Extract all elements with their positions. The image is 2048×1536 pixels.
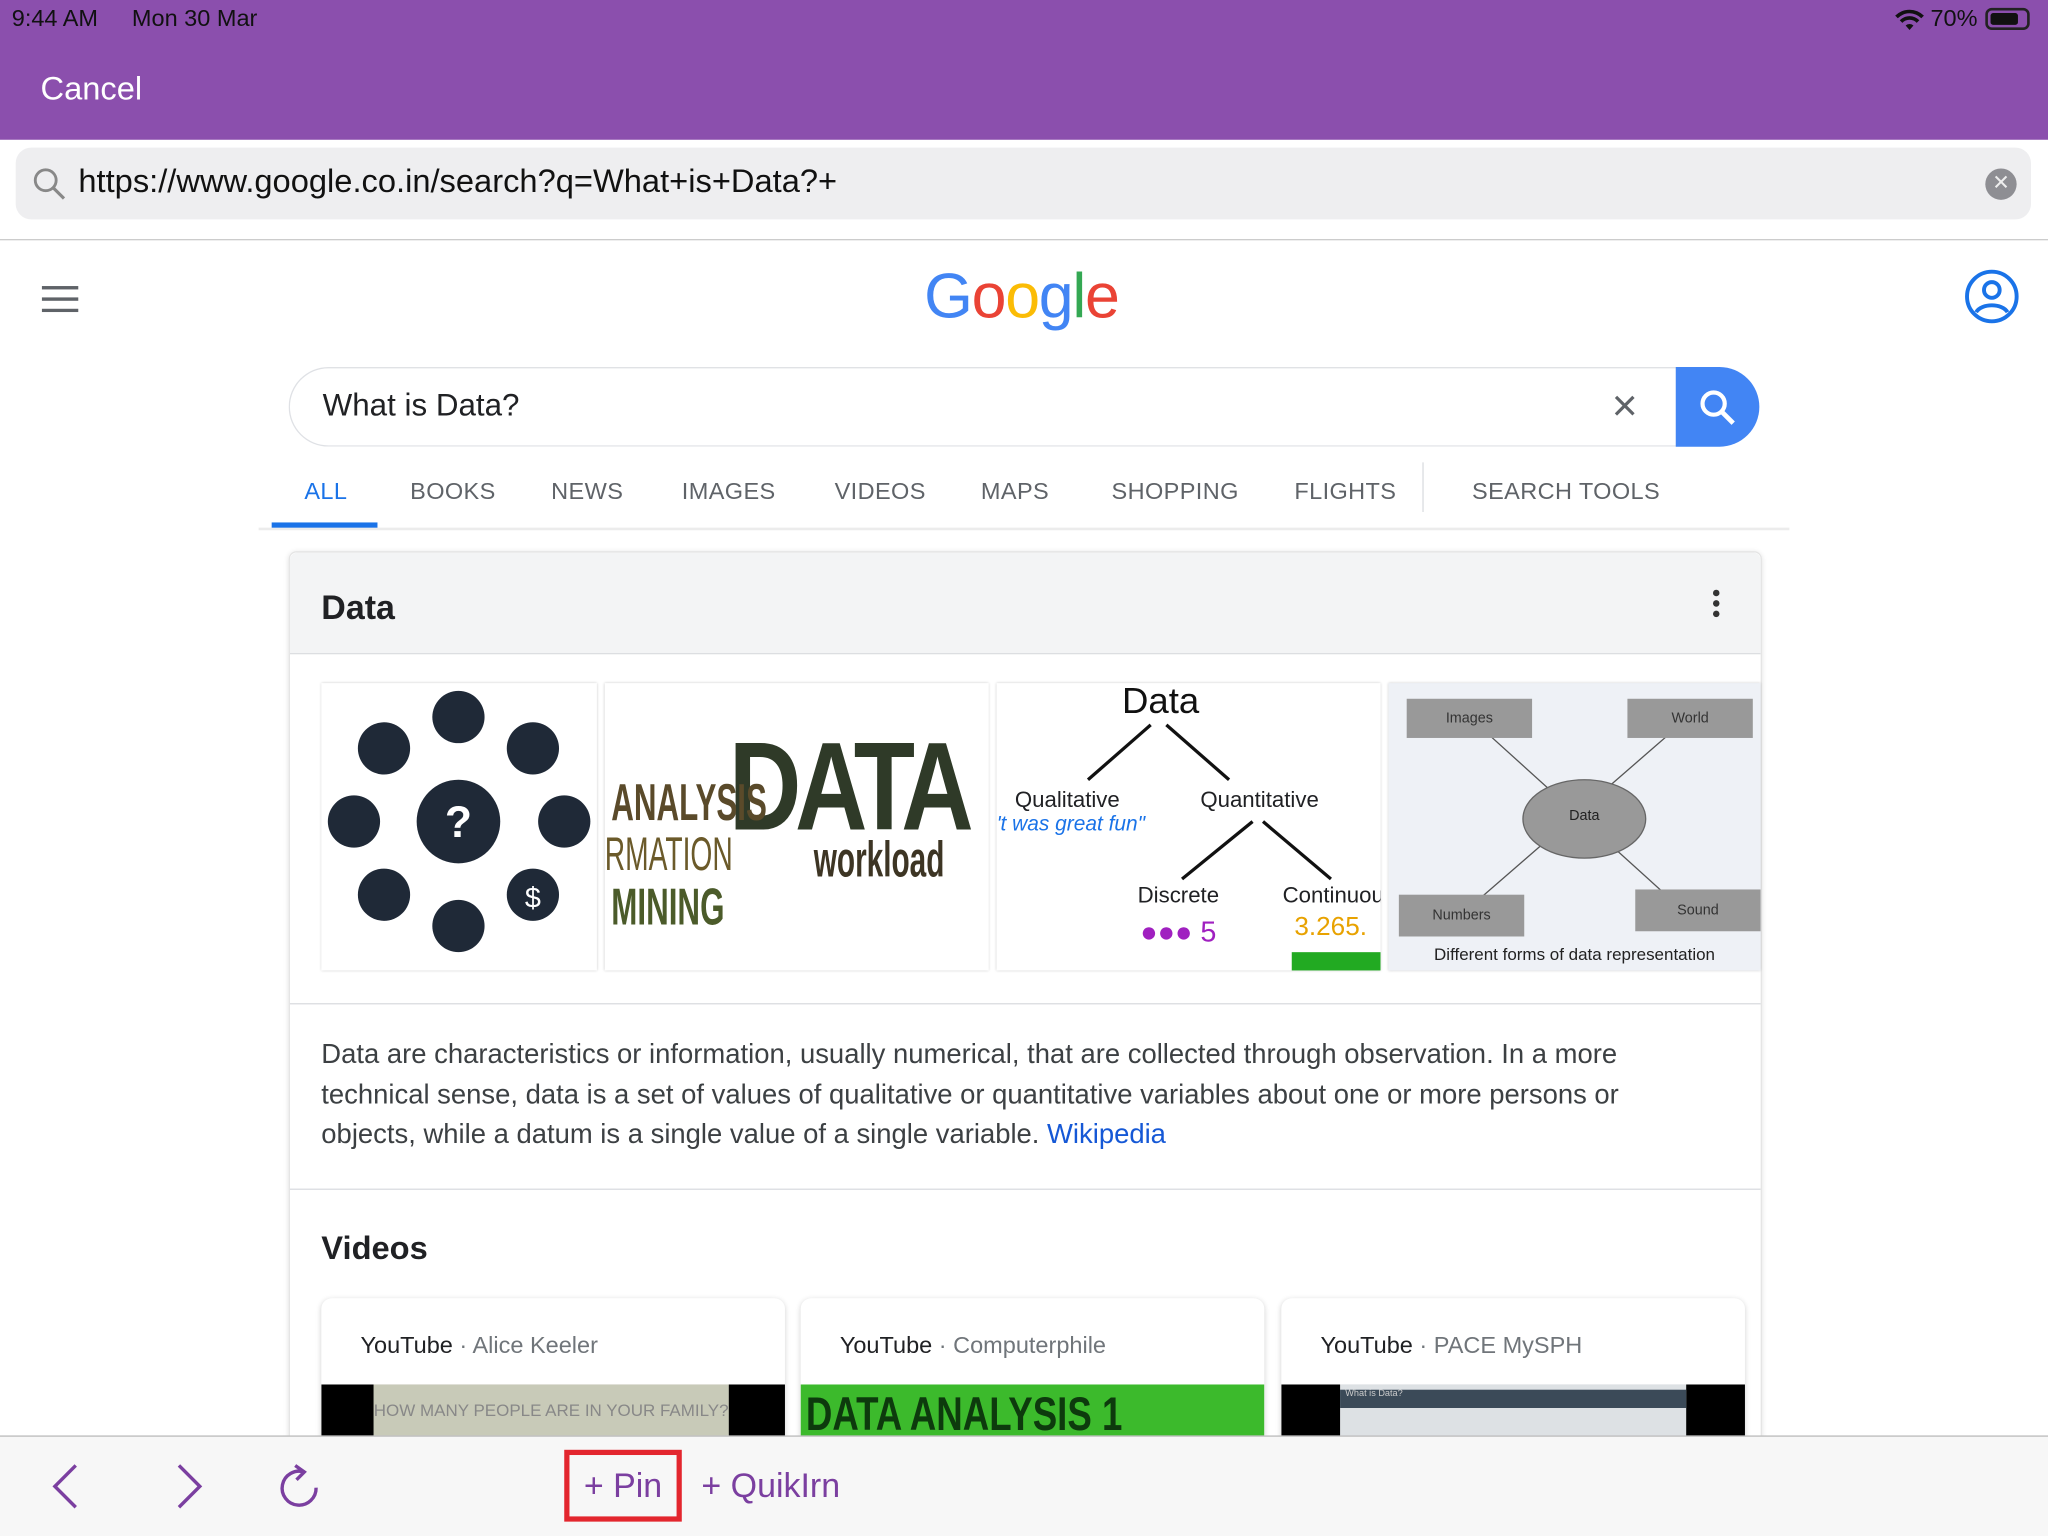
tabs-baseline [258,527,1790,531]
description-text: Data are characteristics or information,… [321,1039,1619,1150]
status-time: 9:44 AM [11,5,99,32]
battery-icon [1985,7,2030,31]
node-world: World [1627,698,1753,738]
divider [289,1003,1761,1005]
label-qualitative: Qualitative [1014,787,1120,813]
status-date: Mon 30 Mar [131,5,258,32]
url-input[interactable]: https://www.google.co.in/search?q=What+i… [78,163,837,201]
quiklrn-button[interactable]: + QuikIrn [701,1465,840,1505]
tab-divider [1422,462,1424,512]
description: Data are characteristics or information,… [321,1036,1705,1156]
node-numbers: Numbers [1398,894,1525,937]
search-icon [33,168,66,200]
battery-percent: 70% [1930,5,1978,32]
divider [289,1188,1761,1190]
divider [0,239,2048,241]
tab-shopping[interactable]: SHOPPING [1112,478,1239,505]
google-search-input[interactable]: What is Data? × [288,367,1678,447]
label-quote: 't was great fun" [996,813,1146,836]
pin-button[interactable]: + Pin [564,1449,682,1522]
tab-videos[interactable]: VIDEOS [835,478,926,505]
label-five: 5 [1200,915,1217,949]
more-options-icon[interactable] [1712,589,1720,618]
node-images: Images [1406,698,1533,738]
bottom-toolbar: + Pin + QuikIrn [0,1435,2048,1536]
video-source: YouTube · PACE MySPH [1320,1332,1583,1359]
types-of-data-graphic: ? $ [327,690,591,953]
back-icon[interactable] [50,1463,81,1510]
node-sound: Sound [1635,889,1761,932]
reload-icon[interactable] [276,1463,323,1513]
videos-heading: Videos [321,1230,428,1267]
account-icon[interactable] [1964,269,2019,324]
tab-images[interactable]: IMAGES [682,478,776,505]
image-types-of-data[interactable]: ? $ [321,683,597,971]
clear-url-button[interactable]: ✕ [1985,168,2017,200]
image-data-representation[interactable]: Images World Data Numbers Sound Differen… [1388,683,1761,971]
tab-news[interactable]: NEWS [551,478,623,505]
tab-flights[interactable]: FLIGHTS [1294,478,1396,505]
search-query[interactable]: What is Data? [323,388,520,425]
search-icon [1700,390,1735,425]
label-continuous: Continuou [1282,882,1381,908]
url-bar[interactable]: https://www.google.co.in/search?q=What+i… [15,147,2032,220]
label-decimal: 3.265. [1294,912,1367,942]
tab-maps[interactable]: MAPS [981,478,1049,505]
tab-search-tools[interactable]: SEARCH TOOLS [1472,478,1660,505]
video-source: YouTube · Computerphile [839,1332,1107,1359]
wikipedia-link[interactable]: Wikipedia [1047,1119,1166,1149]
app-header: 9:44 AM Mon 30 Mar 70% Cancel [0,0,2048,140]
google-logo[interactable]: Google [0,261,2043,333]
search-button[interactable] [1675,367,1760,447]
image-qualitative-quantitative[interactable]: Data Qualitative Quantitative 't was gre… [996,683,1381,971]
panel-title: Data [321,587,395,627]
clear-search-icon[interactable]: × [1612,381,1638,432]
svg-text:?: ? [445,798,472,847]
video-source: YouTube · Alice Keeler [360,1332,598,1359]
image-caption: Different forms of data representation [1434,944,1715,964]
wifi-icon [1895,9,1924,31]
node-data: Data [1569,808,1600,825]
label-quantitative: Quantitative [1200,787,1319,813]
image-data-word-cloud[interactable]: DATA ANALYSIS MINING workload RMATION [604,683,989,971]
panel-header: Data [289,552,1761,655]
screen: 9:44 AM Mon 30 Mar 70% Cancel https://ww… [0,0,2048,1536]
active-tab-indicator [271,522,378,528]
svg-text:$: $ [525,883,541,915]
tab-all[interactable]: ALL [304,478,347,505]
tab-books[interactable]: BOOKS [410,478,496,505]
cancel-button[interactable]: Cancel [40,71,142,109]
forward-icon[interactable] [174,1463,205,1510]
knowledge-panel: Data ? $ DATA ANALYSIS MINING workload R… [288,551,1762,1536]
label-discrete: Discrete [1137,882,1220,908]
